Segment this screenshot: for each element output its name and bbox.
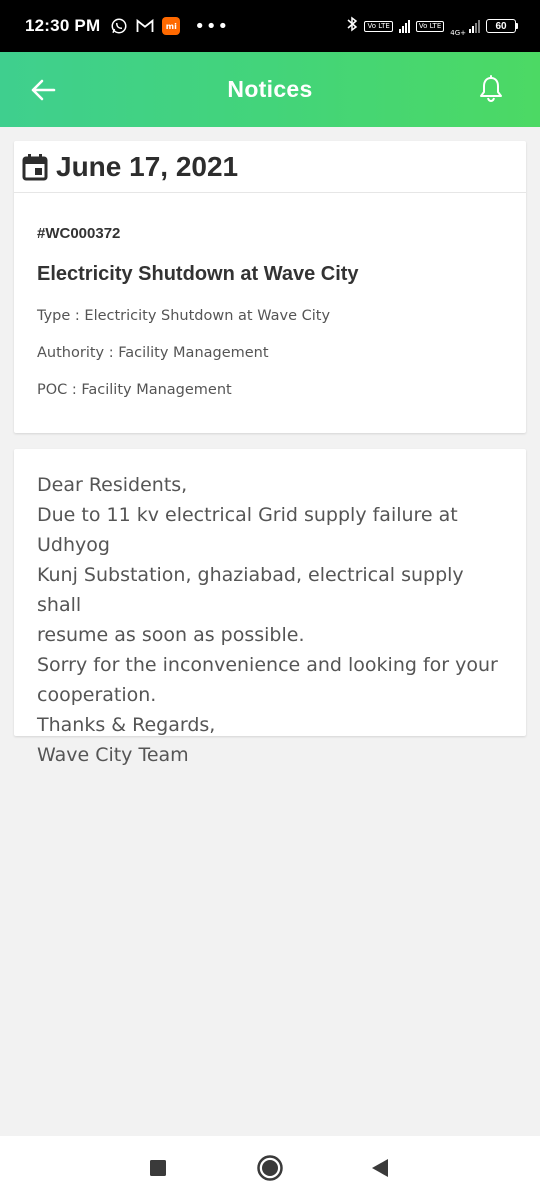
notice-date: June 17, 2021 xyxy=(56,150,239,182)
status-indicators: Vo LTE Vo LTE 4G+ 60 xyxy=(346,15,518,37)
message-line: resume as soon as possible. xyxy=(37,624,305,646)
back-button[interactable] xyxy=(26,74,60,106)
arrow-left-icon xyxy=(31,79,56,101)
recent-apps-button[interactable] xyxy=(144,1154,172,1182)
message-line: Due to 11 kv electrical Grid supply fail… xyxy=(37,504,458,556)
message-line: Wave City Team xyxy=(37,744,189,766)
notice-info-card: June 17, 2021 #WC000372 Electricity Shut… xyxy=(14,141,526,433)
message-line: Dear Residents, xyxy=(37,474,188,496)
notice-date-row: June 17, 2021 xyxy=(14,141,526,193)
notice-id: #WC000372 xyxy=(37,225,121,242)
battery-tip xyxy=(516,23,518,29)
signal-icon-1 xyxy=(398,19,410,33)
calendar-icon xyxy=(22,153,48,180)
triangle-back-icon xyxy=(372,1159,388,1177)
battery-indicator: 60 xyxy=(486,19,518,33)
battery-level: 60 xyxy=(486,19,516,33)
network-type: 4G+ xyxy=(450,29,466,37)
page-title: Notices xyxy=(227,76,313,102)
notice-type: Type : Electricity Shutdown at Wave City xyxy=(37,308,331,324)
status-bar: 12:30 PM mi ••• Vo LTE Vo LTE 4G+ 60 xyxy=(0,0,540,52)
message-line: cooperation. xyxy=(37,684,157,706)
message-line: Kunj Substation, ghaziabad, electrical s… xyxy=(37,564,464,616)
notifications-button[interactable] xyxy=(474,72,508,106)
notice-poc: POC : Facility Management xyxy=(37,382,232,398)
message-line: Thanks & Regards, xyxy=(37,714,216,736)
system-nav-bar xyxy=(0,1136,540,1200)
status-time: 12:30 PM xyxy=(25,16,101,35)
bluetooth-icon xyxy=(346,16,358,36)
notice-authority: Authority : Facility Management xyxy=(37,345,269,361)
volte-badge-1: Vo LTE xyxy=(364,20,393,32)
more-notifications-icon: ••• xyxy=(194,15,230,37)
circle-icon xyxy=(257,1155,283,1181)
gmail-icon xyxy=(136,18,154,34)
volte-badge-2: Vo LTE xyxy=(415,20,445,32)
whatsapp-icon xyxy=(110,17,128,35)
bell-icon xyxy=(480,75,502,103)
app-header: Notices xyxy=(0,52,540,127)
mi-app-icon: mi xyxy=(162,17,181,35)
system-back-button[interactable] xyxy=(366,1154,394,1182)
notice-title: Electricity Shutdown at Wave City xyxy=(37,263,359,285)
home-button[interactable] xyxy=(256,1154,284,1182)
square-icon xyxy=(150,1160,166,1176)
signal-icon-2 xyxy=(469,19,480,33)
message-line: Sorry for the inconvenience and looking … xyxy=(37,654,498,676)
notice-message-card: Dear Residents, Due to 11 kv electrical … xyxy=(14,449,526,766)
